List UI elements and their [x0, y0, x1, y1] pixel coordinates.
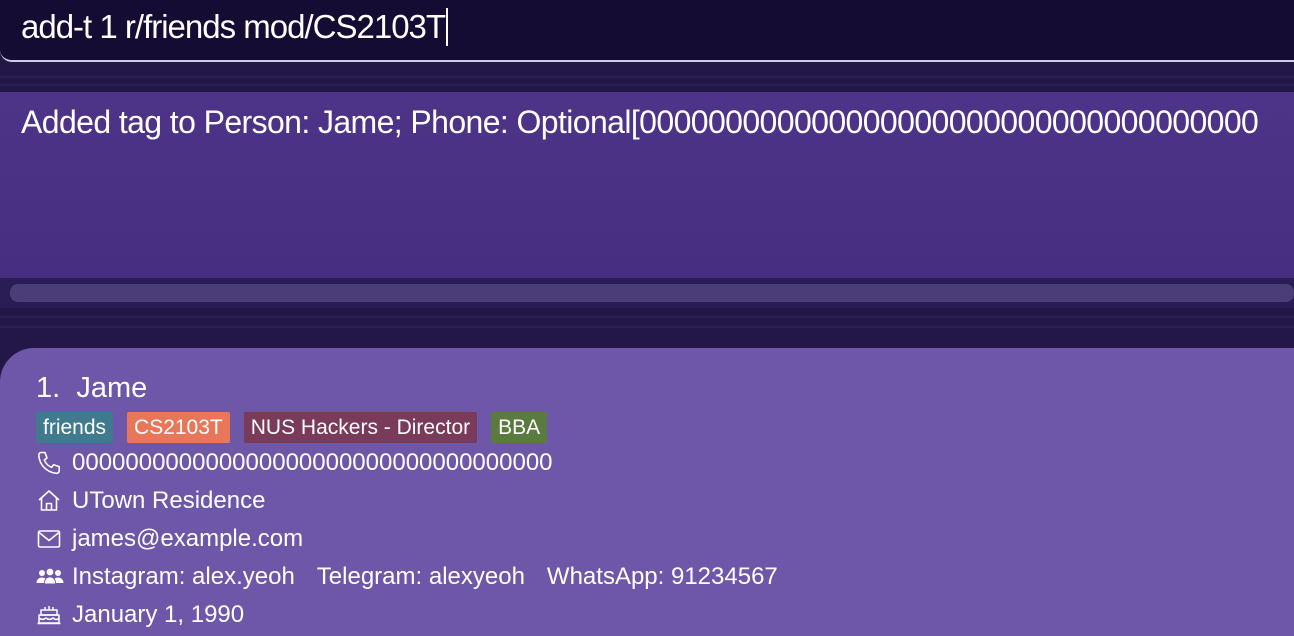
socials-row: Instagram: alex.yeoh Telegram: alexyeoh … — [36, 562, 778, 592]
whatsapp-number: WhatsApp: 91234567 — [546, 563, 778, 590]
text-caret — [446, 8, 449, 46]
email-value: james@example.com — [72, 525, 304, 552]
person-name: Jame — [76, 372, 148, 404]
person-card[interactable]: 1. Jame friends CS2103T NUS Hackers - Di… — [0, 348, 1294, 636]
phone-row: 000000000000000000000000000000000000 — [36, 448, 553, 478]
result-message: Added tag to Person: Jame; Phone: Option… — [21, 104, 1259, 140]
phone-icon — [36, 450, 62, 476]
result-display: Added tag to Person: Jame; Phone: Option… — [0, 92, 1294, 278]
phone-value: 000000000000000000000000000000000000 — [72, 449, 553, 476]
command-input-value: add-t 1 r/friends mod/CS2103T — [21, 8, 446, 45]
app-window: add-t 1 r/friends mod/CS2103T Added tag … — [0, 0, 1294, 636]
envelope-icon — [36, 526, 62, 552]
command-box[interactable]: add-t 1 r/friends mod/CS2103T — [0, 0, 1294, 62]
address-row: UTown Residence — [36, 486, 265, 516]
email-row: james@example.com — [36, 524, 303, 554]
divider — [0, 76, 1294, 78]
birthday-row: January 1, 1990 — [36, 600, 244, 630]
cake-icon — [36, 602, 62, 628]
divider — [0, 84, 1294, 86]
tag-list: friends CS2103T NUS Hackers - Director B… — [36, 412, 548, 443]
tag-badge: BBA — [491, 412, 548, 443]
address-value: UTown Residence — [72, 487, 266, 514]
command-input[interactable]: add-t 1 r/friends mod/CS2103T — [21, 8, 449, 46]
result-scrollbar[interactable] — [0, 278, 1294, 308]
result-scrollbar-thumb[interactable] — [10, 284, 1294, 302]
birthday-value: January 1, 1990 — [72, 601, 245, 628]
social-handles: Instagram: alex.yeoh Telegram: alexyeoh … — [72, 563, 778, 591]
home-icon — [36, 488, 62, 514]
tag-badge: NUS Hackers - Director — [243, 412, 478, 443]
people-icon — [36, 564, 64, 590]
person-index: 1. — [36, 372, 61, 404]
tag-badge: CS2103T — [127, 412, 230, 443]
instagram-handle: Instagram: alex.yeoh — [72, 563, 295, 590]
telegram-handle: Telegram: alexyeoh — [316, 563, 525, 590]
person-card-title: 1. Jame — [36, 372, 147, 405]
divider — [0, 326, 1294, 328]
tag-badge: friends — [36, 412, 114, 443]
divider — [0, 316, 1294, 318]
